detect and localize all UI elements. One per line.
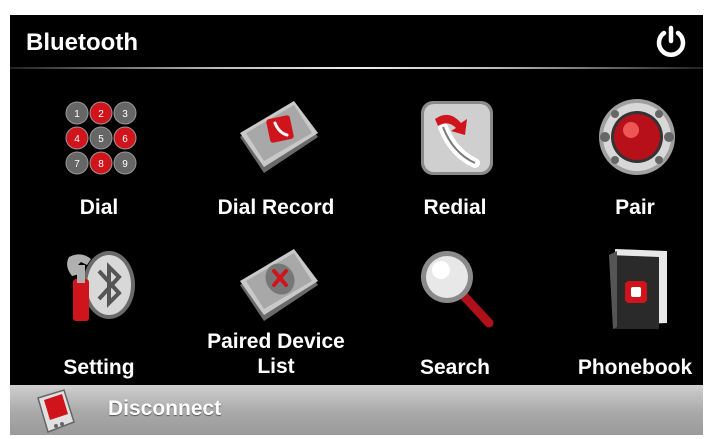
disconnect-bar[interactable]: Disconnect	[10, 385, 703, 435]
setting-bluetooth-wrench-icon	[67, 251, 135, 321]
pair-button[interactable]: Pair	[550, 97, 703, 237]
dial-key-label: 8	[98, 159, 104, 170]
header-divider	[10, 67, 703, 69]
paired-device-list-icon	[240, 249, 318, 321]
paired-device-list-label: Paired Device List	[207, 330, 345, 378]
power-icon[interactable]	[653, 24, 689, 60]
dial-keypad-icon: 1 2 3 4 5 6 7 8 9	[65, 101, 137, 175]
redial-icon	[421, 101, 493, 175]
phonebook-label: Phonebook	[577, 356, 693, 379]
dial-key-label: 3	[122, 109, 128, 120]
dial-key-label: 7	[74, 159, 80, 170]
setting-label: Setting	[63, 356, 135, 379]
dial-record-button[interactable]: Dial Record	[191, 97, 361, 237]
header-bar: Bluetooth	[10, 15, 703, 69]
dial-record-label: Dial Record	[217, 196, 335, 219]
dial-key-label: 6	[122, 134, 128, 145]
paired-device-list-button[interactable]: Paired Device List	[191, 245, 361, 385]
pair-label: Pair	[615, 196, 655, 219]
disconnect-phone-icon	[37, 389, 75, 433]
dial-key-label: 1	[74, 109, 80, 120]
redial-label: Redial	[423, 196, 487, 219]
page-title: Bluetooth	[26, 29, 138, 56]
search-magnifier-icon	[421, 251, 494, 328]
pair-icon	[599, 99, 675, 175]
bluetooth-screen: Bluetooth 1 2 3 4 5 6 7 8 9 Dial Dial Record Red…	[10, 15, 703, 435]
dial-key-label: 5	[98, 134, 104, 145]
search-button[interactable]: Search	[370, 245, 540, 385]
setting-button[interactable]: Setting	[14, 245, 184, 385]
dial-button[interactable]: 1 2 3 4 5 6 7 8 9 Dial	[14, 97, 184, 237]
phonebook-icon	[609, 249, 667, 329]
dial-record-icon	[240, 101, 318, 173]
dial-key-label: 4	[74, 134, 80, 145]
dial-key-label: 9	[122, 159, 128, 170]
phonebook-button[interactable]: Phonebook	[550, 245, 703, 385]
dial-key-label: 2	[98, 109, 104, 120]
disconnect-label: Disconnect	[108, 397, 222, 420]
redial-button[interactable]: Redial	[370, 97, 540, 237]
dial-label: Dial	[79, 196, 119, 219]
search-label: Search	[419, 356, 491, 379]
